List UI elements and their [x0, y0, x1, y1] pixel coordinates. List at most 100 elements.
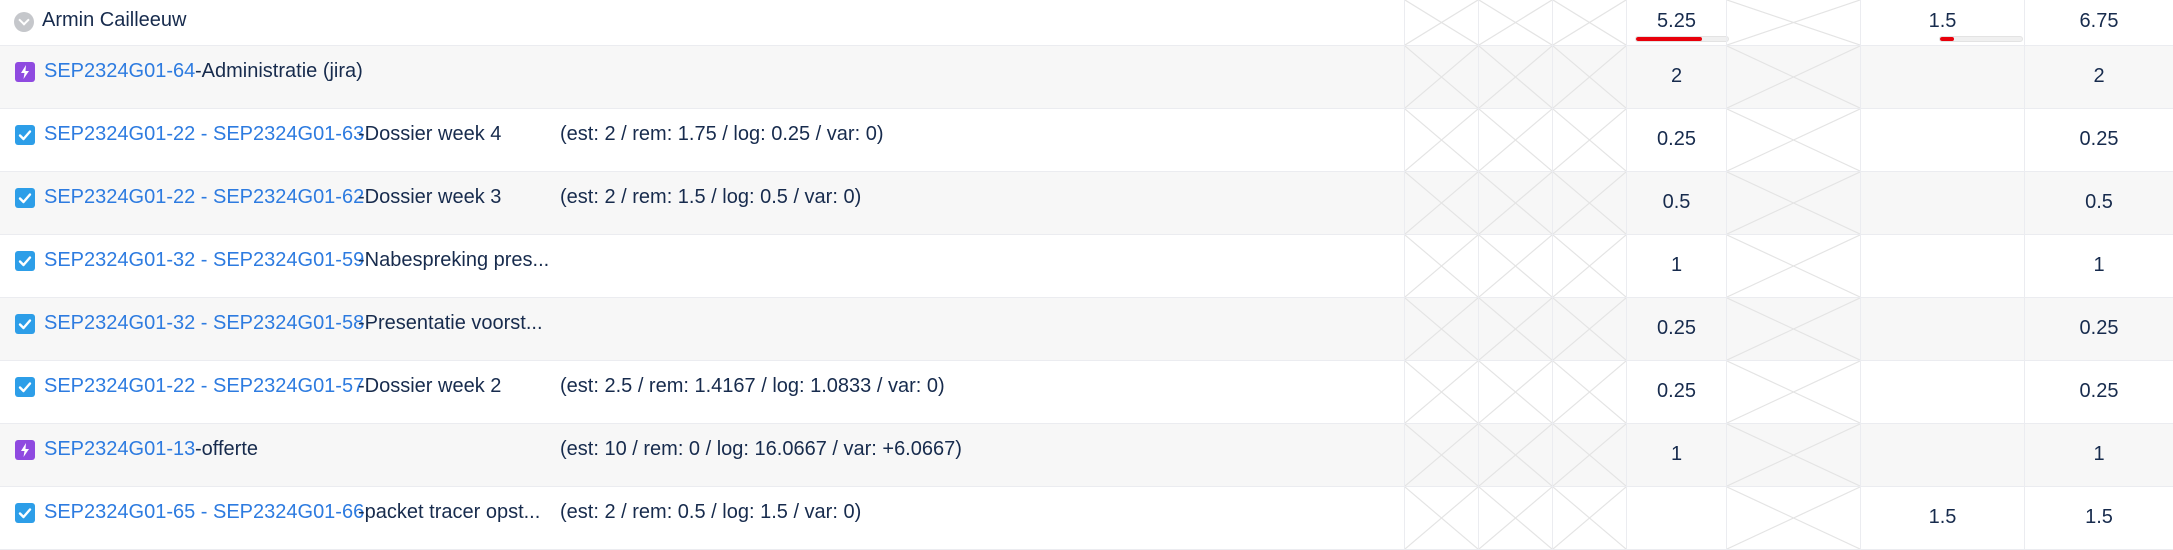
- issue-row[interactable]: SEP2324G01-64 -Administratie (jira) 2 2: [0, 46, 2173, 109]
- issue-key-link[interactable]: SEP2324G01-22 - SEP2324G01-62: [44, 186, 364, 209]
- day-cell-empty: [1404, 46, 1478, 108]
- day-cell-b[interactable]: [1860, 46, 2024, 108]
- day-cell-a[interactable]: 0.25: [1626, 361, 1726, 423]
- issue-key-link[interactable]: SEP2324G01-22 - SEP2324G01-63: [44, 123, 364, 146]
- checkbox-icon: [15, 188, 35, 208]
- non-working-day-pattern: [1405, 0, 1478, 45]
- issue-total: 1: [2093, 254, 2105, 276]
- issue-label-area: SEP2324G01-13 -offerte (est: 10 / rem: 0…: [0, 424, 1404, 486]
- non-working-day-pattern: [1727, 0, 1860, 45]
- day-cell-b[interactable]: [1860, 361, 2024, 423]
- day-cell-empty: [1726, 424, 1860, 486]
- issue-summary: -Nabespreking pres...: [358, 249, 550, 271]
- non-working-day-pattern: [1553, 109, 1626, 171]
- issue-estimate: (est: 2 / rem: 1.75 / log: 0.25 / var: 0…: [560, 123, 884, 145]
- day-cell-empty: [1478, 424, 1552, 486]
- day-cell-a[interactable]: 0.25: [1626, 298, 1726, 360]
- non-working-day-pattern: [1553, 0, 1626, 45]
- day-cell-empty: [1552, 235, 1626, 297]
- non-working-day-pattern: [1479, 424, 1552, 486]
- non-working-day-pattern: [1553, 424, 1626, 486]
- issue-total: 0.25: [2079, 317, 2119, 339]
- day-cell-empty: [1552, 172, 1626, 234]
- issue-row[interactable]: SEP2324G01-65 - SEP2324G01-66 -packet tr…: [0, 487, 2173, 550]
- issue-total: 0.25: [2079, 380, 2119, 402]
- issue-value-a: 0.25: [1657, 317, 1696, 339]
- chevron-down-icon[interactable]: [14, 12, 34, 32]
- day-cell-b[interactable]: 1.5: [1860, 487, 2024, 549]
- day-cell-a[interactable]: 1: [1626, 424, 1726, 486]
- issue-row[interactable]: SEP2324G01-22 - SEP2324G01-63 -Dossier w…: [0, 109, 2173, 172]
- day-cell-empty: [1404, 235, 1478, 297]
- issue-value-a: 1: [1670, 443, 1683, 465]
- day-cell-a[interactable]: 0.5: [1626, 172, 1726, 234]
- day-cell-empty: [1726, 298, 1860, 360]
- issue-key-link[interactable]: SEP2324G01-32 - SEP2324G01-58: [44, 312, 364, 335]
- non-working-day-pattern: [1479, 298, 1552, 360]
- issue-row[interactable]: SEP2324G01-32 - SEP2324G01-58 -Presentat…: [0, 298, 2173, 361]
- day-cell-empty: [1552, 0, 1626, 45]
- non-working-day-pattern: [1479, 172, 1552, 234]
- person-progress-b-fill: [1940, 37, 1954, 41]
- day-cell-empty: [1404, 0, 1478, 45]
- day-cell-empty: [1726, 487, 1860, 549]
- issue-label-area: SEP2324G01-32 - SEP2324G01-58 -Presentat…: [0, 298, 1404, 360]
- day-cell-empty: [1404, 361, 1478, 423]
- issue-value-a: 0.5: [1662, 191, 1691, 213]
- non-working-day-pattern: [1479, 235, 1552, 297]
- non-working-day-pattern: [1479, 46, 1552, 108]
- non-working-day-pattern: [1727, 172, 1860, 234]
- lightning-icon: [15, 62, 35, 82]
- checkbox-icon: [15, 503, 35, 523]
- day-cell-b[interactable]: [1860, 235, 2024, 297]
- issue-summary: -Dossier week 3: [358, 186, 502, 208]
- day-cell-empty: [1404, 424, 1478, 486]
- issue-key-link[interactable]: SEP2324G01-32 - SEP2324G01-59: [44, 249, 364, 272]
- issue-estimate: (est: 2 / rem: 0.5 / log: 1.5 / var: 0): [560, 501, 862, 523]
- non-working-day-pattern: [1479, 109, 1552, 171]
- checkbox-icon: [15, 377, 35, 397]
- issue-label-area: SEP2324G01-32 - SEP2324G01-59 -Nabesprek…: [0, 235, 1404, 297]
- non-working-day-pattern: [1405, 235, 1478, 297]
- day-cell-a[interactable]: 0.25: [1626, 109, 1726, 171]
- person-total-cell: 6.75: [2024, 0, 2173, 45]
- non-working-day-pattern: [1553, 361, 1626, 423]
- day-cell-empty: [1404, 109, 1478, 171]
- non-working-day-pattern: [1553, 487, 1626, 549]
- day-cell-a[interactable]: 2: [1626, 46, 1726, 108]
- issue-value-a: 0.25: [1657, 128, 1696, 150]
- day-cell-empty: [1404, 172, 1478, 234]
- day-cell-empty: [1404, 487, 1478, 549]
- issue-total-cell: 1.5: [2024, 487, 2173, 549]
- day-cell-a[interactable]: 1: [1626, 235, 1726, 297]
- person-progress-b: [1939, 36, 2023, 42]
- issue-row[interactable]: SEP2324G01-22 - SEP2324G01-57 -Dossier w…: [0, 361, 2173, 424]
- issue-label-area: SEP2324G01-22 - SEP2324G01-63 -Dossier w…: [0, 109, 1404, 171]
- issue-key-link[interactable]: SEP2324G01-65 - SEP2324G01-66: [44, 501, 364, 524]
- issue-estimate: (est: 2 / rem: 1.5 / log: 0.5 / var: 0): [560, 186, 862, 208]
- non-working-day-pattern: [1479, 0, 1552, 45]
- day-cell-empty: [1478, 487, 1552, 549]
- day-cell-empty: [1726, 0, 1860, 45]
- day-cell-total-b: 1.5: [1860, 0, 2024, 45]
- day-cell-a[interactable]: [1626, 487, 1726, 549]
- day-cell-b[interactable]: [1860, 109, 2024, 171]
- checkbox-icon: [15, 251, 35, 271]
- issue-total-cell: 0.5: [2024, 172, 2173, 234]
- day-cell-b[interactable]: [1860, 172, 2024, 234]
- issue-value-a: 2: [1670, 65, 1683, 87]
- issue-row[interactable]: SEP2324G01-13 -offerte (est: 10 / rem: 0…: [0, 424, 2173, 487]
- day-cell-empty: [1552, 361, 1626, 423]
- issue-total: 0.25: [2079, 128, 2119, 150]
- issue-key-link[interactable]: SEP2324G01-64: [44, 60, 195, 83]
- day-cell-empty: [1478, 0, 1552, 45]
- day-cell-empty: [1478, 46, 1552, 108]
- issue-key-link[interactable]: SEP2324G01-13: [44, 438, 195, 461]
- person-name: Armin Cailleeuw: [42, 9, 187, 31]
- day-cell-b[interactable]: [1860, 298, 2024, 360]
- issue-row[interactable]: SEP2324G01-32 - SEP2324G01-59 -Nabesprek…: [0, 235, 2173, 298]
- issue-row[interactable]: SEP2324G01-22 - SEP2324G01-62 -Dossier w…: [0, 172, 2173, 235]
- day-cell-b[interactable]: [1860, 424, 2024, 486]
- timesheet-grid: Armin Cailleeuw 5.25 1.5 6.75 SEP2324G01…: [0, 0, 2173, 550]
- issue-key-link[interactable]: SEP2324G01-22 - SEP2324G01-57: [44, 375, 364, 398]
